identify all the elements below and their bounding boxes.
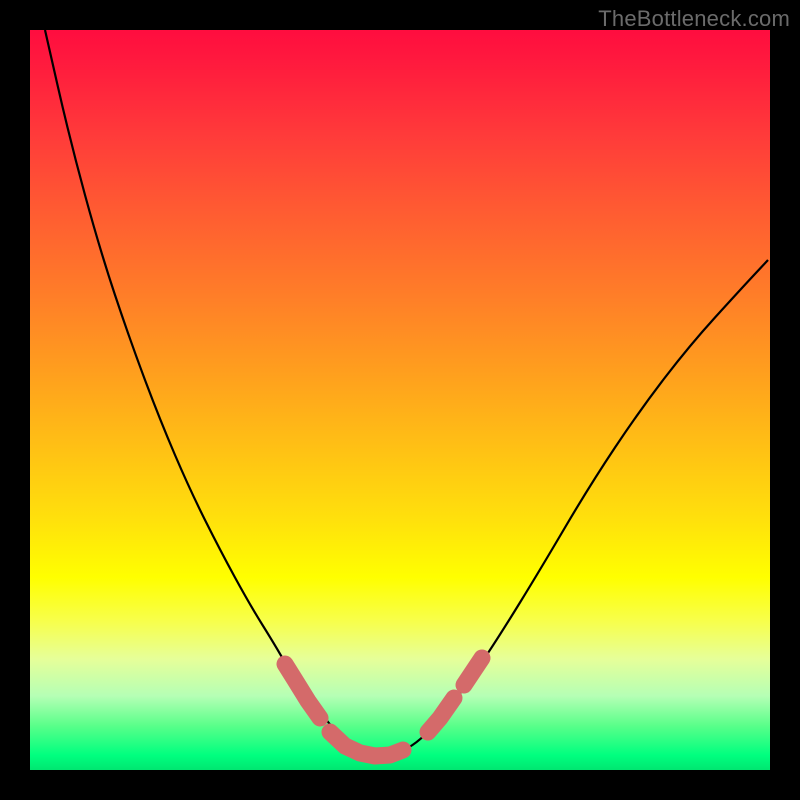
marker-segment-3 — [464, 658, 482, 685]
marker-segment-2 — [428, 698, 454, 732]
bottleneck-curve — [45, 30, 768, 755]
watermark-text: TheBottleneck.com — [598, 6, 790, 32]
marker-segment-0 — [285, 664, 320, 718]
marker-group — [285, 658, 482, 756]
marker-segment-1 — [330, 732, 403, 756]
plot-area — [30, 30, 770, 770]
curve-svg — [30, 30, 770, 770]
chart-frame: TheBottleneck.com — [0, 0, 800, 800]
